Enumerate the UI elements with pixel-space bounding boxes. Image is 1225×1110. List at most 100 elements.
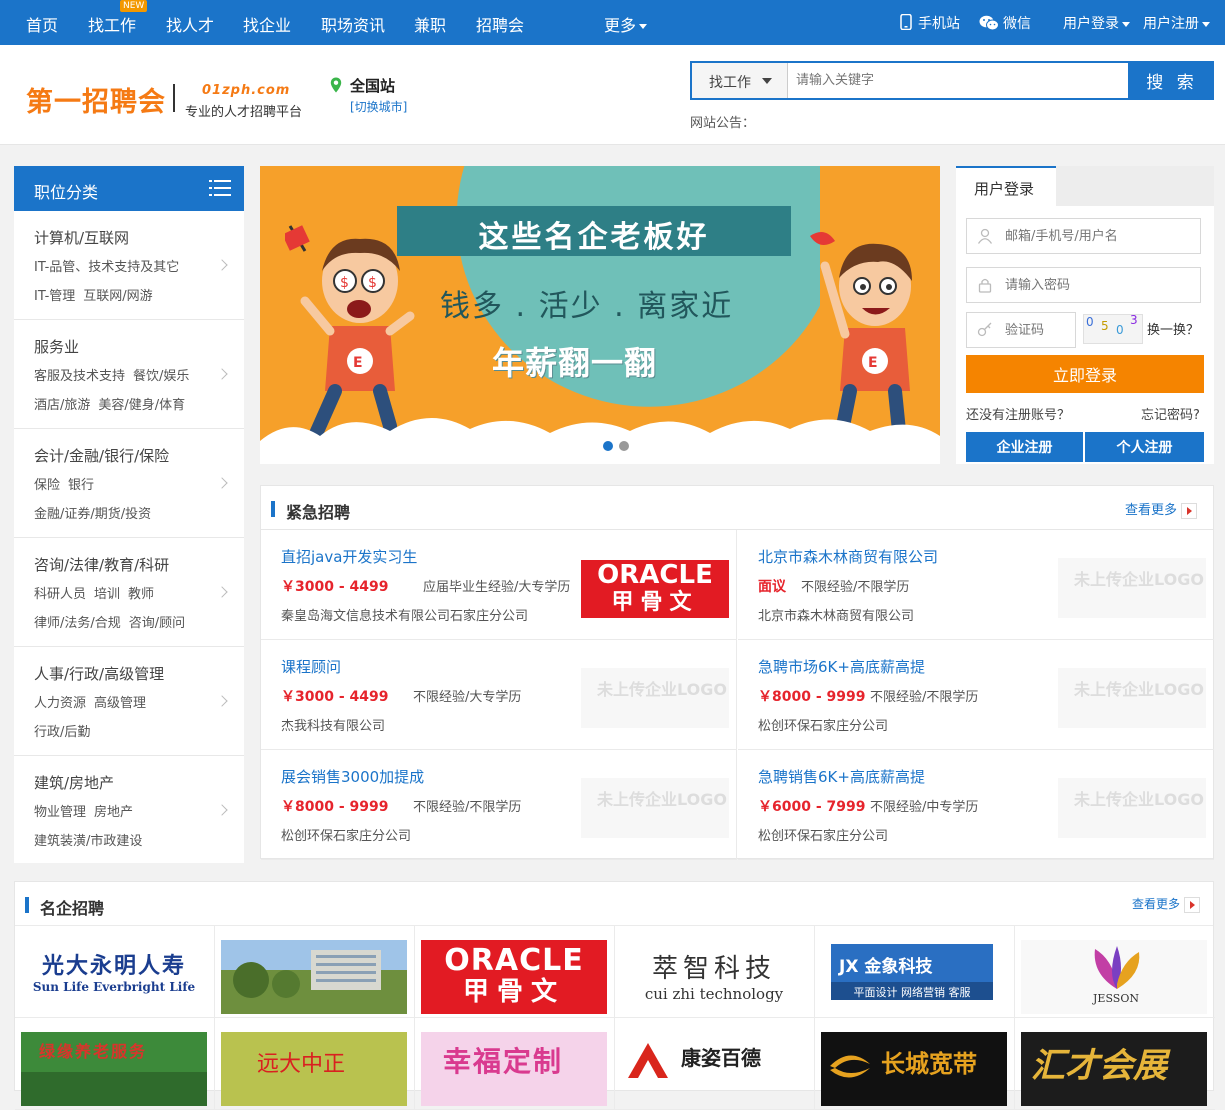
job-listing[interactable]: 北京市森木林商贸有限公司 面议 不限经验/不限学历 北京市森木林商贸有限公司 未上传企业… <box>738 530 1214 640</box>
job-listing[interactable]: 直招java开发实习生 ￥3000 - 4499 应届毕业生经验/大专学历 秦皇岛海文… <box>261 530 737 640</box>
company-logo-tile[interactable]: 绿缘养老服务 <box>15 1018 215 1110</box>
famous-more-link[interactable]: 查看更多 <box>1132 895 1201 913</box>
company-logo-tile[interactable]: JX 金象科技 平面设计 网络营销 客服 <box>815 926 1015 1018</box>
category-link[interactable]: 物业管理 <box>34 805 86 820</box>
captcha-input[interactable] <box>1005 313 1075 347</box>
category-link[interactable]: 美容/健身/体育 <box>98 398 185 413</box>
user-register-menu[interactable]: 用户注册 <box>1143 13 1210 33</box>
site-header: 第一招聘会 01zph.com 专业的人才招聘平台 全国站 [切换城市] 找工作… <box>0 45 1225 145</box>
nav-job-fair[interactable]: 招聘会 <box>476 12 524 36</box>
category-link[interactable]: 高级管理 <box>94 696 146 711</box>
company-logo-tile[interactable]: ORACLE 甲骨文 <box>415 926 615 1018</box>
search-button[interactable]: 搜 索 <box>1130 61 1214 100</box>
search-input[interactable] <box>790 63 1128 98</box>
mobile-site-link[interactable]: 手机站 <box>900 13 960 33</box>
job-company-link[interactable]: 北京市森木林商贸有限公司 <box>758 605 914 624</box>
company-logo-text: 幸福定制 <box>443 1045 564 1078</box>
site-logo[interactable]: 第一招聘会 <box>26 80 166 119</box>
job-listing[interactable]: 展会销售3000加提成 ￥8000 - 9999 不限经验/不限学历 松创环保石家庄分… <box>261 750 737 860</box>
captcha-char-3: 0 <box>1116 323 1124 337</box>
company-logo-oracle: ORACLE 甲骨文 <box>581 560 729 618</box>
category-link[interactable]: IT-品管、技术支持及其它 <box>34 260 179 275</box>
category-title[interactable]: 咨询/法律/教育/科研 <box>34 554 244 575</box>
category-title[interactable]: 人事/行政/高级管理 <box>34 663 244 684</box>
tab-user-login[interactable]: 用户登录 <box>956 166 1056 206</box>
urgent-more-link[interactable]: 查看更多 <box>1125 499 1198 519</box>
user-login-menu[interactable]: 用户登录 <box>1063 13 1130 33</box>
username-input[interactable] <box>1005 219 1195 253</box>
chevron-down-icon <box>1202 21 1210 27</box>
promo-banner[interactable]: $ $ E E 这些名企老板好 钱多 . 活少 . 离家近 年薪翻一翻 <box>260 166 940 464</box>
category-link[interactable]: 金融/证券/期货/投资 <box>34 507 151 522</box>
captcha-image[interactable]: 0 5 0 3 <box>1083 313 1143 344</box>
company-logo-tile[interactable]: 萃智科技 cui zhi technology <box>615 926 815 1018</box>
job-title-link[interactable]: 北京市森木林商贸有限公司 <box>758 546 938 567</box>
job-company-link[interactable]: 松创环保石家庄分公司 <box>758 825 888 844</box>
company-logo-tile[interactable]: 远大中正 <box>215 1018 415 1110</box>
company-logo-tile[interactable]: 汇才会展 <box>1015 1018 1215 1110</box>
wechat-link[interactable]: 微信 <box>979 13 1031 33</box>
dropdown-arrow-icon <box>762 78 772 84</box>
nav-career-news[interactable]: 职场资讯 <box>321 12 385 36</box>
company-logo-tile[interactable]: 幸福定制 <box>415 1018 615 1110</box>
captcha-refresh-link[interactable]: 换一换？ <box>1147 319 1199 338</box>
category-title[interactable]: 建筑/房地产 <box>34 772 244 793</box>
category-link[interactable]: 保险 <box>34 478 60 493</box>
job-title-link[interactable]: 展会销售3000加提成 <box>281 766 424 787</box>
nav-more[interactable]: 更多 <box>604 12 648 36</box>
job-listing[interactable]: 急聘销售6K+高底薪高提 ￥6000 - 7999 不限经验/中专学历 松创环保石家庄… <box>738 750 1214 860</box>
category-link[interactable]: 建筑装潢/市政建设 <box>34 834 142 849</box>
personal-register-button[interactable]: 个人注册 <box>1085 432 1204 462</box>
job-company-link[interactable]: 松创环保石家庄分公司 <box>758 715 888 734</box>
category-link[interactable]: 餐饮/娱乐 <box>133 369 189 384</box>
login-button[interactable]: 立即登录 <box>966 355 1204 393</box>
category-link[interactable]: IT-管理 <box>34 289 75 304</box>
forgot-password-link[interactable]: 忘记密码? <box>1141 404 1200 423</box>
category-link[interactable]: 律师/法务/合规 <box>34 616 121 631</box>
category-link[interactable]: 人力资源 <box>34 696 86 711</box>
nav-find-company[interactable]: 找企业 <box>243 12 291 36</box>
category-link[interactable]: 教师 <box>128 587 154 602</box>
list-menu-icon[interactable] <box>209 180 231 196</box>
switch-city-link[interactable]: [切换城市] <box>350 98 407 115</box>
job-title-link[interactable]: 课程顾问 <box>281 656 341 677</box>
carousel-dot-1[interactable] <box>603 441 613 451</box>
job-title-link[interactable]: 直招java开发实习生 <box>281 546 417 567</box>
category-title[interactable]: 服务业 <box>34 336 244 357</box>
nav-part-time[interactable]: 兼职 <box>414 12 446 36</box>
company-logo-tile[interactable]: 康姿百德 <box>615 1018 815 1110</box>
job-title-link[interactable]: 急聘销售6K+高底薪高提 <box>758 766 925 787</box>
category-link[interactable]: 培训 <box>94 587 120 602</box>
carousel-dot-2[interactable] <box>619 441 629 451</box>
category-link[interactable]: 客服及技术支持 <box>34 369 125 384</box>
job-listing[interactable]: 急聘市场6K+高底薪高提 ￥8000 - 9999 不限经验/不限学历 松创环保石家庄… <box>738 640 1214 750</box>
company-logo-tile[interactable]: 光大永明人寿 Sun Life Everbright Life <box>15 926 215 1018</box>
job-company-link[interactable]: 杰我科技有限公司 <box>281 715 385 734</box>
category-link[interactable]: 银行 <box>68 478 94 493</box>
nav-find-job[interactable]: 找工作 <box>88 12 136 36</box>
company-logo-tile[interactable] <box>215 926 415 1018</box>
job-company-link[interactable]: 松创环保石家庄分公司 <box>281 825 411 844</box>
company-logo-tile[interactable]: JESSON <box>1015 926 1215 1018</box>
category-link[interactable]: 行政/后勤 <box>34 725 90 740</box>
job-company-link[interactable]: 秦皇岛海文信息技术有限公司石家庄分公司 <box>281 605 528 624</box>
nav-home[interactable]: 首页 <box>26 12 58 36</box>
category-title[interactable]: 会计/金融/银行/保险 <box>34 445 244 466</box>
no-account-link[interactable]: 还没有注册账号？ <box>966 404 1070 423</box>
category-link[interactable]: 互联网/网游 <box>83 289 152 304</box>
category-line: 人力资源 高级管理 <box>34 692 244 711</box>
company-register-button[interactable]: 企业注册 <box>966 432 1083 462</box>
company-logo-tile[interactable]: 长城宽带 <box>815 1018 1015 1110</box>
category-title[interactable]: 计算机/互联网 <box>34 227 244 248</box>
category-link[interactable]: 房地产 <box>94 805 133 820</box>
job-listing[interactable]: 课程顾问 ￥3000 - 4499 不限经验/大专学历 杰我科技有限公司 未上传企业LO… <box>261 640 737 750</box>
category-line: 保险 银行 <box>34 474 244 493</box>
nav-find-talent[interactable]: 找人才 <box>166 12 214 36</box>
password-input[interactable] <box>1005 268 1195 302</box>
search-type-select[interactable]: 找工作 <box>692 63 788 98</box>
category-heading: 职位分类 <box>34 183 99 202</box>
category-link[interactable]: 科研人员 <box>34 587 86 602</box>
job-title-link[interactable]: 急聘市场6K+高底薪高提 <box>758 656 925 677</box>
category-link[interactable]: 咨询/顾问 <box>129 616 185 631</box>
category-link[interactable]: 酒店/旅游 <box>34 398 90 413</box>
